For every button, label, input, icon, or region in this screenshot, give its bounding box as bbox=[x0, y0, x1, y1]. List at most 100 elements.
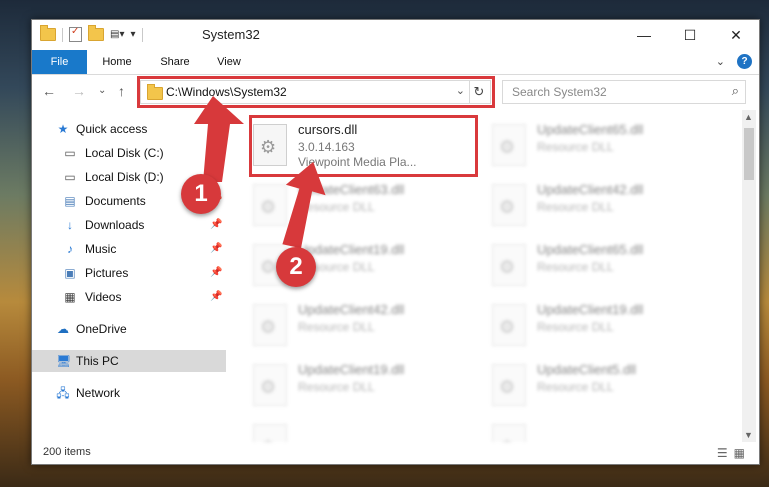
pictures-icon: ▣ bbox=[64, 266, 76, 280]
file-tile[interactable]: UpdateClient42.dll Resource DLL bbox=[253, 298, 473, 354]
maximize-button[interactable]: ☐ bbox=[667, 20, 713, 50]
window-title: System32 bbox=[202, 27, 260, 42]
step-1-badge: 1 bbox=[181, 174, 221, 214]
drive-icon: ▭ bbox=[64, 170, 76, 184]
expand-ribbon-icon[interactable]: ⌄ bbox=[716, 55, 725, 68]
dll-file-icon bbox=[492, 244, 526, 286]
divider bbox=[62, 27, 63, 42]
vertical-scrollbar[interactable]: ▲ ▼ bbox=[742, 110, 756, 442]
sidebar-item-quick-access[interactable]: ★ Quick access bbox=[32, 118, 226, 140]
view-options-icon[interactable]: ▤▾ bbox=[110, 29, 124, 40]
sidebar-item-label: Quick access bbox=[76, 122, 148, 136]
file-tile[interactable] bbox=[492, 418, 712, 442]
dll-file-icon bbox=[253, 184, 287, 226]
sidebar-item-music[interactable]: ♪ Music 📌 bbox=[32, 238, 226, 260]
search-input[interactable]: Search System32 ⌕ bbox=[502, 80, 746, 104]
sidebar-item-label: This PC bbox=[76, 354, 119, 368]
sidebar-item-this-pc[interactable]: 🖥 This PC bbox=[32, 350, 226, 372]
up-icon[interactable]: ↑ bbox=[118, 83, 125, 99]
back-icon[interactable]: ← bbox=[42, 83, 56, 99]
sidebar-item-downloads[interactable]: ↓ Downloads 📌 bbox=[32, 214, 226, 236]
file-name: UpdateClient65.dll bbox=[537, 122, 644, 137]
forward-icon[interactable]: → bbox=[72, 83, 86, 99]
sidebar-item-local-disk-c[interactable]: ▭ Local Disk (C:) 📌 bbox=[32, 142, 226, 164]
sidebar-item-label: Documents bbox=[85, 194, 146, 208]
file-name: UpdateClient42.dll bbox=[298, 302, 405, 317]
drive-icon: ▭ bbox=[64, 146, 76, 160]
file-description: Resource DLL bbox=[537, 320, 614, 334]
file-name: UpdateClient65.dll bbox=[537, 242, 644, 257]
scroll-up-icon[interactable]: ▲ bbox=[744, 112, 753, 122]
dll-file-icon bbox=[253, 304, 287, 346]
file-name: UpdateClient63.dll bbox=[298, 182, 405, 197]
properties-icon[interactable] bbox=[69, 26, 82, 42]
sidebar-item-network[interactable]: 🖧 Network bbox=[32, 382, 226, 404]
cloud-icon: ☁ bbox=[57, 322, 69, 336]
address-bar-highlight bbox=[137, 76, 495, 108]
file-tile[interactable]: UpdateClient42.dll Resource DLL bbox=[492, 178, 712, 234]
scrollbar-thumb[interactable] bbox=[744, 128, 754, 180]
download-icon: ↓ bbox=[67, 218, 73, 232]
new-folder-icon[interactable] bbox=[88, 25, 104, 41]
pin-icon[interactable]: 📌 bbox=[210, 238, 222, 260]
file-description: Resource DLL bbox=[298, 380, 375, 394]
minimize-button[interactable]: — bbox=[621, 20, 667, 50]
sidebar-item-videos[interactable]: ▦ Videos 📌 bbox=[32, 286, 226, 308]
dll-file-icon bbox=[492, 124, 526, 166]
dll-file-icon bbox=[492, 424, 526, 442]
file-description: Resource DLL bbox=[537, 380, 614, 394]
sidebar-item-label: OneDrive bbox=[76, 322, 127, 336]
file-tile[interactable]: UpdateClient65.dll Resource DLL bbox=[492, 238, 712, 294]
star-icon: ★ bbox=[57, 122, 69, 136]
sidebar-item-label: Local Disk (C:) bbox=[85, 146, 164, 160]
dll-file-icon bbox=[492, 184, 526, 226]
pin-icon[interactable]: 📌 bbox=[210, 214, 222, 236]
network-icon: 🖧 bbox=[56, 386, 70, 400]
quick-access-toolbar: ▤▾ ▾ bbox=[40, 25, 143, 42]
file-description: Resource DLL bbox=[537, 260, 614, 274]
sidebar-item-label: Downloads bbox=[85, 218, 145, 232]
pin-icon[interactable]: 📌 bbox=[210, 286, 222, 308]
file-tile[interactable]: UpdateClient5.dll Resource DLL bbox=[492, 358, 712, 414]
file-description: Resource DLL bbox=[298, 200, 375, 214]
file-description: Resource DLL bbox=[298, 320, 375, 334]
sidebar-item-label: Music bbox=[85, 242, 117, 256]
tab-home[interactable]: Home bbox=[92, 50, 142, 74]
tab-view[interactable]: View bbox=[206, 50, 252, 74]
help-icon[interactable]: ? bbox=[737, 54, 752, 69]
file-description: Resource DLL bbox=[537, 140, 614, 154]
recent-locations-icon[interactable]: ⌄ bbox=[98, 85, 106, 96]
pin-icon[interactable]: 📌 bbox=[210, 142, 222, 164]
dll-file-icon bbox=[253, 364, 287, 406]
sidebar-item-onedrive[interactable]: ☁ OneDrive bbox=[32, 318, 226, 340]
search-placeholder: Search System32 bbox=[512, 85, 607, 99]
file-name: UpdateClient42.dll bbox=[537, 182, 644, 197]
file-name: UpdateClient19.dll bbox=[298, 242, 405, 257]
folder-icon bbox=[40, 25, 56, 41]
view-mode-buttons[interactable]: ☰▦ bbox=[717, 446, 751, 460]
file-tile[interactable]: UpdateClient63.dll Resource DLL bbox=[253, 178, 473, 234]
file-description: Resource DLL bbox=[537, 200, 614, 214]
pc-icon: 🖥 bbox=[56, 354, 72, 368]
search-icon[interactable]: ⌕ bbox=[732, 83, 739, 99]
file-tile[interactable]: UpdateClient19.dll Resource DLL bbox=[492, 298, 712, 354]
pin-icon[interactable]: 📌 bbox=[210, 262, 222, 284]
dll-file-icon bbox=[492, 304, 526, 346]
navigation-pane: ★ Quick access ▭ Local Disk (C:) 📌 ▭ Loc… bbox=[32, 110, 226, 440]
sidebar-item-pictures[interactable]: ▣ Pictures 📌 bbox=[32, 262, 226, 284]
scroll-down-icon[interactable]: ▼ bbox=[744, 430, 753, 440]
ribbon: File Home Share View ⌄ ? bbox=[32, 50, 759, 75]
file-tile[interactable] bbox=[253, 418, 473, 442]
file-tile[interactable]: UpdateClient65.dll Resource DLL bbox=[492, 118, 712, 174]
step-2-badge: 2 bbox=[276, 247, 316, 287]
customize-toolbar-icon[interactable]: ▾ bbox=[130, 29, 135, 40]
tab-share[interactable]: Share bbox=[150, 50, 200, 74]
tab-file[interactable]: File bbox=[32, 50, 87, 74]
documents-icon: ▤ bbox=[64, 194, 76, 208]
dll-file-icon bbox=[253, 424, 287, 442]
sidebar-item-label: Local Disk (D:) bbox=[85, 170, 164, 184]
file-tile[interactable]: UpdateClient19.dll Resource DLL bbox=[253, 358, 473, 414]
videos-icon: ▦ bbox=[64, 290, 76, 304]
close-button[interactable]: ✕ bbox=[713, 20, 759, 50]
status-bar: 200 items ☰▦ bbox=[32, 442, 759, 464]
